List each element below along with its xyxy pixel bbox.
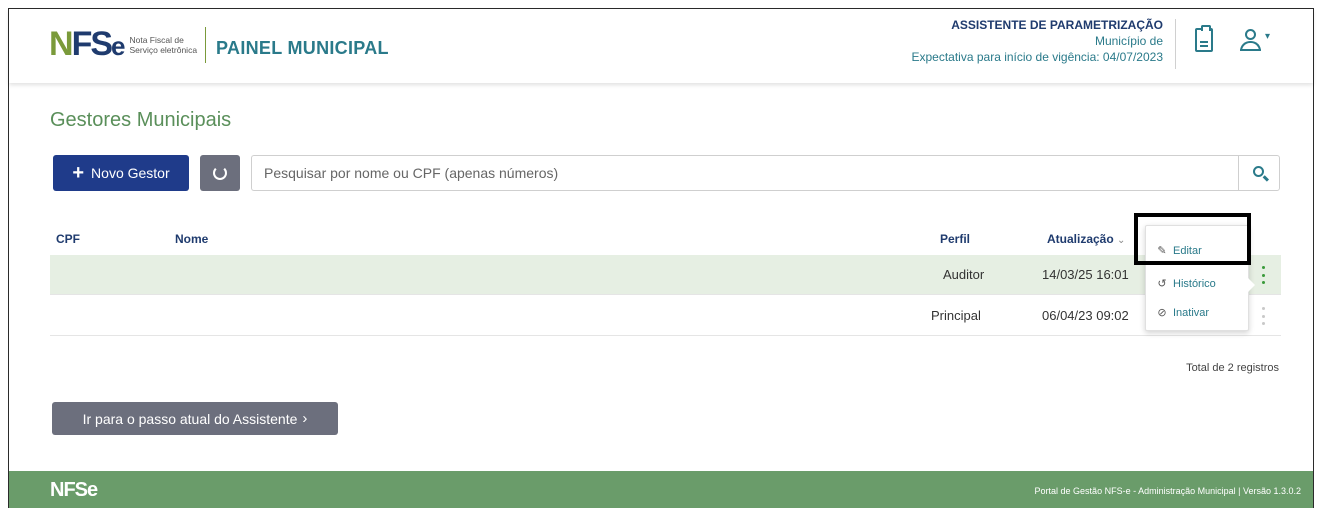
search-icon xyxy=(1253,166,1264,177)
table-row[interactable]: Principal 06/04/23 09:02 xyxy=(50,296,1281,336)
new-gestor-label: Novo Gestor xyxy=(91,165,170,181)
plus-icon: + xyxy=(72,162,85,184)
highlight-box xyxy=(1134,213,1251,265)
search-input[interactable]: Pesquisar por nome ou CPF (apenas número… xyxy=(251,155,1238,191)
nfse-logo[interactable]: NFSe Nota Fiscal de Serviço eletrônica P… xyxy=(49,25,389,63)
menu-item-historico-label: Histórico xyxy=(1173,277,1216,290)
go-to-assistant-label: Ir para o passo atual do Assistente xyxy=(82,410,298,427)
footer: NFSe Portal de Gestão NFS-e - Administra… xyxy=(9,471,1313,508)
cell-perfil: Auditor xyxy=(943,267,985,282)
table-row[interactable]: Auditor 14/03/25 16:01 xyxy=(50,255,1281,295)
cell-perfil: Principal xyxy=(931,308,981,323)
logo-subtitle: Nota Fiscal de Serviço eletrônica xyxy=(129,35,197,55)
logo-subtitle-line-2: Serviço eletrônica xyxy=(129,45,198,55)
assistant-title: ASSISTENTE DE PARAMETRIZAÇÃO xyxy=(951,18,1163,32)
municipio-label: Município de xyxy=(1094,34,1163,48)
row-actions-icon[interactable] xyxy=(1261,307,1265,325)
history-icon: ↺ xyxy=(1157,278,1167,290)
search-button[interactable] xyxy=(1238,155,1280,191)
column-header-perfil[interactable]: Perfil xyxy=(940,232,970,246)
column-header-nome[interactable]: Nome xyxy=(175,232,208,246)
header-divider xyxy=(1175,19,1176,69)
vigencia-text: Expectativa para início de vigência: 04/… xyxy=(911,50,1163,64)
column-header-atualizacao-label: Atualização xyxy=(1047,232,1114,246)
footer-text: Portal de Gestão NFS-e - Administração M… xyxy=(1034,486,1301,496)
search-placeholder: Pesquisar por nome ou CPF (apenas número… xyxy=(264,165,559,181)
refresh-button[interactable] xyxy=(200,155,240,191)
menu-item-inativar-label: Inativar xyxy=(1173,306,1210,319)
sort-chevron-icon: ⌄ xyxy=(1117,235,1126,246)
chevron-right-icon: › xyxy=(302,410,308,427)
badge-icon[interactable] xyxy=(1195,25,1213,52)
row-actions-icon[interactable] xyxy=(1261,266,1265,284)
logo-wordmark: NFSe xyxy=(49,25,126,63)
total-records: Total de 2 registros xyxy=(1186,362,1279,374)
footer-logo: NFSe xyxy=(50,479,98,501)
cell-atualizacao: 06/04/23 09:02 xyxy=(1042,308,1129,323)
menu-item-inativar[interactable]: ⊘ Inativar xyxy=(1156,306,1210,320)
logo-divider xyxy=(205,27,207,63)
column-header-cpf[interactable]: CPF xyxy=(56,232,80,246)
go-to-assistant-button[interactable]: Ir para o passo atual do Assistente › xyxy=(52,402,338,435)
app-window: NFSe Nota Fiscal de Serviço eletrônica P… xyxy=(8,8,1314,508)
user-icon[interactable] xyxy=(1239,27,1265,53)
column-header-atualizacao[interactable]: Atualização ⌄ xyxy=(1047,232,1125,246)
top-header: NFSe Nota Fiscal de Serviço eletrônica P… xyxy=(9,9,1313,83)
assistant-info: ASSISTENTE DE PARAMETRIZAÇÃO Município d… xyxy=(911,17,1163,65)
logo-subtitle-line-1: Nota Fiscal de xyxy=(129,35,184,45)
cell-atualizacao: 14/03/25 16:01 xyxy=(1042,267,1129,282)
refresh-icon xyxy=(213,166,227,180)
new-gestor-button[interactable]: + Novo Gestor xyxy=(53,155,189,191)
caret-down-icon[interactable]: ▾ xyxy=(1265,31,1270,42)
app-title: PAINEL MUNICIPAL xyxy=(216,38,389,58)
menu-item-historico[interactable]: ↺ Histórico xyxy=(1156,277,1216,291)
block-icon: ⊘ xyxy=(1157,307,1167,319)
page-title: Gestores Municipais xyxy=(50,109,232,131)
